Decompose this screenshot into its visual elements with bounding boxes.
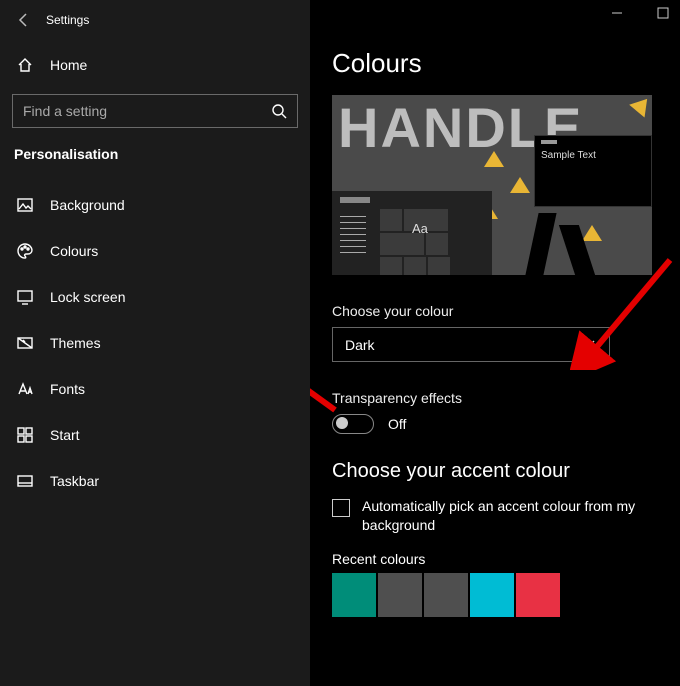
- search-input[interactable]: [12, 94, 298, 128]
- preview-start: Aa: [332, 191, 492, 275]
- section-label: Personalisation: [12, 144, 298, 182]
- sidebar-item-start[interactable]: Start: [12, 412, 298, 458]
- sidebar-item-label: Start: [50, 427, 80, 443]
- colour-swatch[interactable]: [516, 573, 560, 617]
- transparency-toggle[interactable]: [332, 414, 374, 434]
- auto-accent-label: Automatically pick an accent colour from…: [362, 497, 642, 535]
- warning-icon: [510, 177, 530, 193]
- theme-preview: HANDLE Aa Sample Text: [332, 95, 652, 275]
- sidebar-item-label: Fonts: [50, 381, 85, 397]
- sidebar-item-lockscreen[interactable]: Lock screen: [12, 274, 298, 320]
- recent-colours: [332, 573, 658, 617]
- image-icon: [16, 196, 34, 214]
- home-label: Home: [50, 57, 87, 73]
- choose-colour-value: Dark: [345, 337, 375, 353]
- maximize-icon[interactable]: [656, 6, 670, 20]
- page-title: Colours: [332, 48, 658, 79]
- warning-icon: [629, 95, 652, 118]
- sidebar-item-fonts[interactable]: Fonts: [12, 366, 298, 412]
- sidebar-item-taskbar[interactable]: Taskbar: [12, 458, 298, 504]
- sidebar-item-label: Taskbar: [50, 473, 99, 489]
- home-button[interactable]: Home: [12, 46, 298, 94]
- start-icon: [16, 426, 34, 444]
- palette-icon: [16, 242, 34, 260]
- transparency-label: Transparency effects: [332, 390, 658, 406]
- transparency-value: Off: [388, 416, 406, 432]
- sidebar-item-label: Lock screen: [50, 289, 125, 305]
- search-icon: [270, 102, 288, 120]
- fonts-icon: [16, 380, 34, 398]
- recent-colours-label: Recent colours: [332, 551, 658, 567]
- sample-text-label: Sample Text: [535, 148, 651, 163]
- sidebar-item-background[interactable]: Background: [12, 182, 298, 228]
- accent-heading: Choose your accent colour: [332, 460, 658, 483]
- choose-colour-label: Choose your colour: [332, 303, 658, 319]
- window-title: Settings: [46, 13, 89, 27]
- sidebar-item-themes[interactable]: Themes: [12, 320, 298, 366]
- preview-window: Sample Text: [534, 135, 652, 207]
- sidebar-item-label: Colours: [50, 243, 98, 259]
- chevron-down-icon: [583, 336, 597, 353]
- auto-accent-checkbox[interactable]: [332, 499, 350, 517]
- lock-screen-icon: [16, 288, 34, 306]
- colour-swatch[interactable]: [470, 573, 514, 617]
- sidebar-item-label: Background: [50, 197, 125, 213]
- sidebar-item-colours[interactable]: Colours: [12, 228, 298, 274]
- sidebar-item-label: Themes: [50, 335, 101, 351]
- taskbar-icon: [16, 472, 34, 490]
- warning-icon: [484, 151, 504, 167]
- back-icon[interactable]: [16, 12, 32, 28]
- home-icon: [16, 56, 34, 74]
- themes-icon: [16, 334, 34, 352]
- colour-swatch[interactable]: [378, 573, 422, 617]
- minimize-icon[interactable]: [610, 6, 624, 20]
- choose-colour-select[interactable]: Dark: [332, 327, 610, 362]
- crack-graphic: [512, 205, 652, 275]
- colour-swatch[interactable]: [424, 573, 468, 617]
- preview-aa: Aa: [412, 221, 428, 236]
- colour-swatch[interactable]: [332, 573, 376, 617]
